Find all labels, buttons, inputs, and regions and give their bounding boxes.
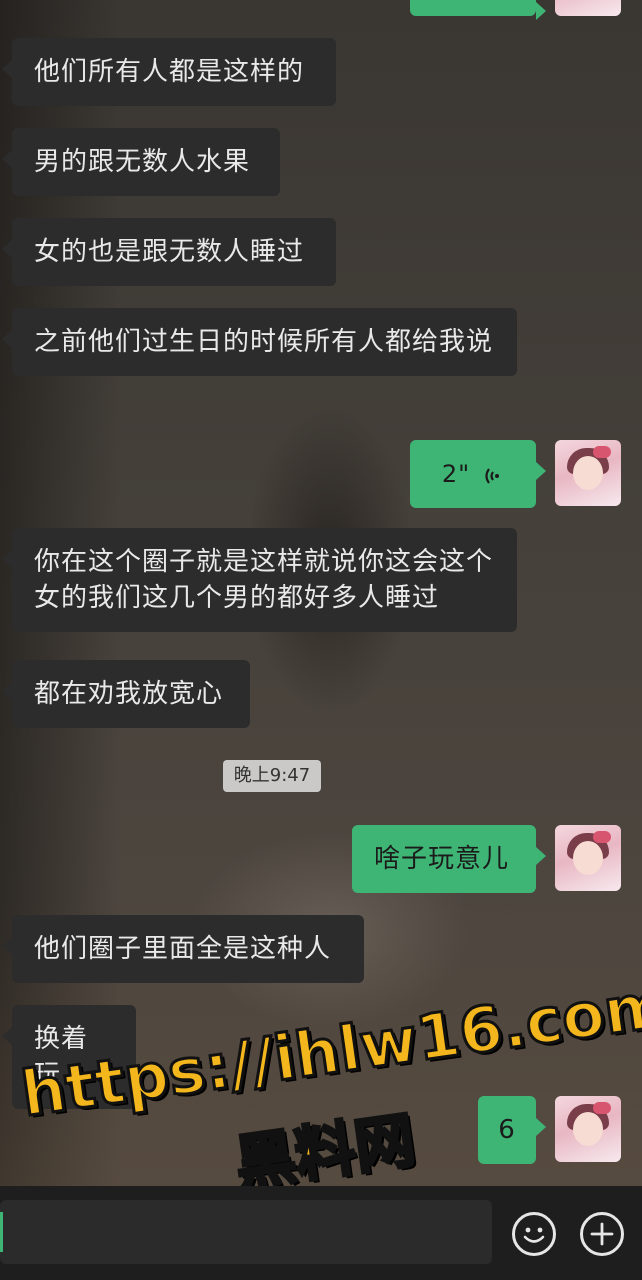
message-bubble-outgoing-partial[interactable] — [410, 0, 546, 20]
avatar[interactable] — [555, 0, 621, 16]
voice-duration: 2" — [441, 460, 471, 488]
voice-message-bubble[interactable]: 2" — [410, 440, 546, 508]
plus-icon[interactable] — [580, 1212, 624, 1256]
message-bubble-incoming[interactable]: 他们圈子里面全是这种人 — [2, 915, 364, 983]
message-bubble-outgoing[interactable]: 啥子玩意儿 — [352, 825, 546, 893]
message-bubble-incoming[interactable]: 他们所有人都是这样的 — [2, 38, 336, 106]
avatar[interactable] — [555, 1096, 621, 1162]
message-bubble-incoming[interactable]: 你在这个圈子就是这样就说你这会这个女的我们这几个男的都好多人睡过 — [2, 528, 517, 632]
voice-wave-icon — [480, 462, 504, 486]
message-bubble-incoming[interactable]: 女的也是跟无数人睡过 — [2, 218, 336, 286]
avatar[interactable] — [555, 440, 621, 506]
emoji-icon[interactable] — [512, 1212, 556, 1256]
message-bubble-outgoing[interactable]: 6 — [478, 1096, 546, 1164]
message-bubble-incoming[interactable]: 都在劝我放宽心 — [2, 660, 250, 728]
text-caret — [0, 1212, 3, 1252]
message-timestamp: 晚上9:47 — [223, 760, 321, 792]
avatar[interactable] — [555, 825, 621, 891]
message-input[interactable] — [0, 1200, 492, 1264]
message-bubble-incoming[interactable]: 男的跟无数人水果 — [2, 128, 280, 196]
message-bubble-incoming[interactable]: 之前他们过生日的时候所有人都给我说 — [2, 308, 517, 376]
